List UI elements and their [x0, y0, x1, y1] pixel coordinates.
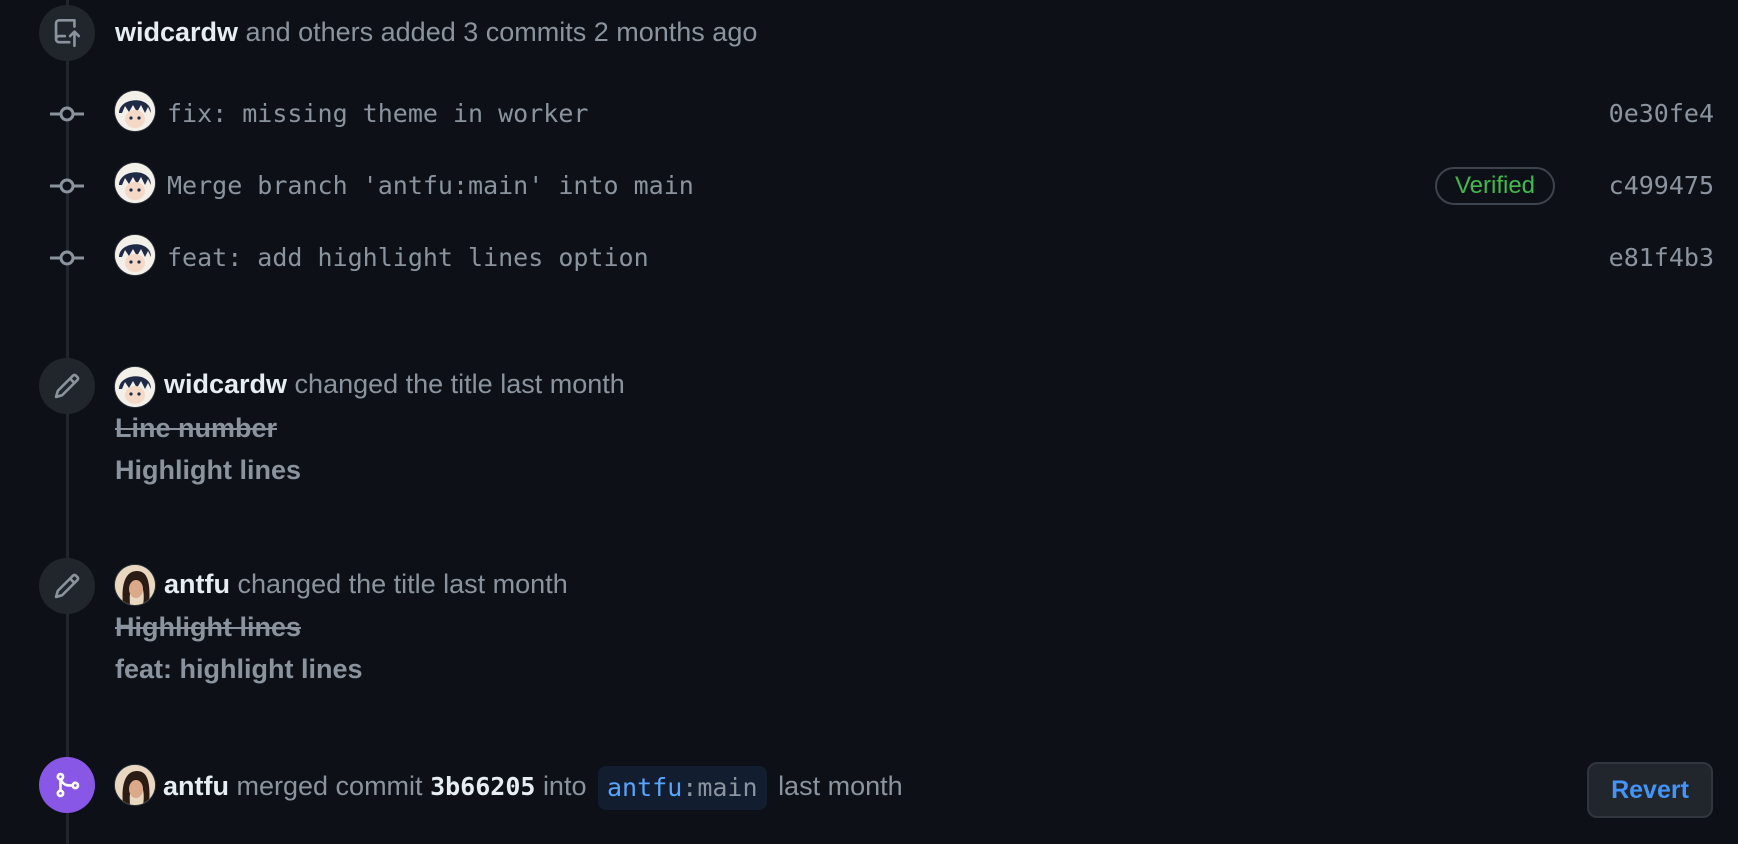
branch-owner: antfu [607, 772, 683, 802]
merge-time: last month [778, 771, 903, 801]
timeline-rail [66, 0, 69, 844]
merge-into: into [542, 771, 587, 801]
git-merge-icon [39, 757, 95, 813]
avatar[interactable] [115, 235, 155, 275]
branch-separator: : [682, 772, 698, 802]
branch-name: main [697, 772, 758, 802]
revert-button[interactable]: Revert [1587, 762, 1713, 818]
merge-event-header: antfu merged commit 3b66205 into antfu:m… [163, 764, 903, 810]
commit-sha[interactable]: 0e30fe4 [1609, 96, 1714, 132]
git-commit-icon [50, 176, 84, 196]
rename-action: changed the title last month [294, 369, 625, 399]
commit-message[interactable]: Merge branch 'antfu:main' into main [167, 168, 694, 204]
commit-sha[interactable]: c499475 [1609, 168, 1714, 204]
avatar[interactable] [115, 91, 155, 131]
new-title: Highlight lines [115, 455, 301, 485]
rename-actor[interactable]: antfu [164, 569, 230, 599]
verified-badge[interactable]: Verified [1435, 167, 1555, 205]
pencil-icon [39, 358, 95, 414]
old-title: Highlight lines [115, 612, 301, 642]
pull-request-timeline: widcardw and others added 3 commits 2 mo… [0, 0, 1738, 844]
commit-sha[interactable]: e81f4b3 [1609, 240, 1714, 276]
avatar[interactable] [115, 163, 155, 203]
branch-ref[interactable]: antfu:main [598, 765, 767, 810]
merge-action: merged commit [236, 771, 423, 801]
rename-action: changed the title last month [237, 569, 568, 599]
commits-event-header: widcardw and others added 3 commits 2 mo… [115, 14, 757, 50]
commit-message[interactable]: feat: add highlight lines option [167, 240, 649, 276]
commit-message[interactable]: fix: missing theme in worker [167, 96, 588, 132]
git-commit-icon [50, 248, 84, 268]
new-title: feat: highlight lines [115, 654, 363, 684]
rename-actor[interactable]: widcardw [164, 369, 287, 399]
commits-event-summary: and others added 3 commits 2 months ago [245, 17, 758, 47]
commits-event-author[interactable]: widcardw [115, 17, 238, 47]
rename-event-header: antfu changed the title last month [164, 566, 568, 602]
merge-actor[interactable]: antfu [163, 771, 229, 801]
git-commit-icon [50, 104, 84, 124]
repo-push-icon [39, 5, 95, 61]
merged-commit-sha[interactable]: 3b66205 [430, 772, 535, 801]
rename-event-header: widcardw changed the title last month [164, 366, 625, 402]
pencil-icon [39, 558, 95, 614]
avatar[interactable] [115, 765, 155, 805]
avatar[interactable] [115, 565, 155, 605]
avatar[interactable] [115, 367, 155, 407]
old-title: Line number [115, 413, 278, 443]
